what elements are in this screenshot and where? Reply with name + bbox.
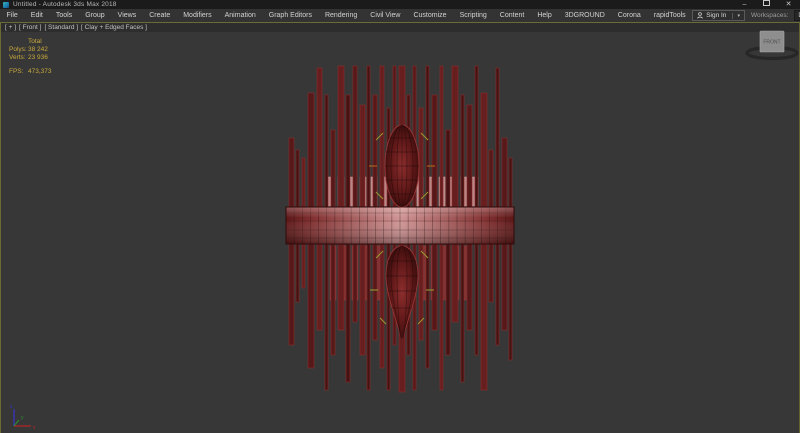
viewcube-front-face[interactable]: FRONT [763, 40, 780, 46]
fps-value: 473,373 [28, 68, 52, 76]
menu-item-3dground[interactable]: 3DGROUND [558, 12, 611, 19]
menu-item-help[interactable]: Help [531, 12, 558, 19]
window-controls: – ✕ [740, 0, 800, 9]
menu-item-customize[interactable]: Customize [407, 12, 453, 19]
scene-center-band[interactable] [286, 207, 514, 244]
menu-item-views[interactable]: Views [111, 12, 143, 19]
title-bar: Untitled - Autodesk 3ds Max 2018 – ✕ [0, 0, 800, 9]
workspaces-label: Workspaces: [751, 12, 788, 19]
3dsmax-app-icon[interactable] [3, 2, 9, 8]
menu-item-file[interactable]: File [0, 12, 24, 19]
menu-items: FileEditToolsGroupViewsCreateModifiersAn… [0, 9, 692, 22]
world-axis-gizmo: x y z [10, 404, 36, 431]
menu-item-rapidtools[interactable]: rapidTools [647, 12, 692, 19]
axis-z-label: z [10, 404, 13, 410]
stats-rows: Polys:38 242Verts:23 936 [9, 46, 52, 62]
scene-finial-top[interactable] [385, 125, 419, 207]
scene-svg[interactable]: FRONT x y z [0, 22, 800, 433]
menubar-right-cluster: Sign In ▾ Workspaces: Default ▾ [692, 10, 800, 21]
viewport-label-segment-1[interactable]: [ Front ] [19, 24, 41, 31]
axis-y-label: y [21, 415, 24, 421]
3dsmax-window: { "window": { "title": "Untitled - Autod… [0, 0, 800, 433]
sign-in-caret-icon: ▾ [732, 13, 740, 19]
stats-header: Total [28, 38, 52, 46]
stats-fps-row: FPS: 473,373 [9, 68, 52, 76]
menu-item-scripting[interactable]: Scripting [453, 12, 493, 19]
user-icon [697, 12, 703, 19]
fps-label: FPS: [9, 68, 28, 76]
axis-y-line [14, 420, 19, 426]
menu-item-tools[interactable]: Tools [49, 12, 78, 19]
stat-row: Polys:38 242 [9, 46, 52, 54]
menu-item-corona[interactable]: Corona [611, 12, 647, 19]
menu-item-graph-editors[interactable]: Graph Editors [262, 12, 318, 19]
maximize-icon [763, 0, 770, 6]
menu-bar: FileEditToolsGroupViewsCreateModifiersAn… [0, 9, 800, 22]
window-title: Untitled - Autodesk 3ds Max 2018 [13, 0, 117, 9]
viewport-front[interactable]: FRONT x y z [ + ][ Front ][ Standard ][ Cla… [0, 22, 800, 433]
sign-in-label: Sign In [706, 12, 726, 19]
viewport-label: [ + ][ Front ][ Standard ][ Clay + Edged… [5, 24, 147, 31]
viewport-label-segment-3[interactable]: [ Clay + Edged Faces ] [81, 24, 147, 31]
axis-x-label: x [33, 425, 36, 431]
workspaces-dropdown[interactable]: Default ▾ [794, 10, 800, 21]
sign-in-button[interactable]: Sign In ▾ [692, 10, 745, 21]
close-button[interactable]: ✕ [784, 0, 793, 9]
viewport-label-segment-2[interactable]: [ Standard ] [44, 24, 78, 31]
menu-item-civil-view[interactable]: Civil View [364, 12, 407, 19]
viewport-statistics: Total Polys:38 242Verts:23 936 FPS: 473,… [9, 38, 52, 76]
menu-item-create[interactable]: Create [143, 12, 177, 19]
menu-item-group[interactable]: Group [79, 12, 111, 19]
minimize-button[interactable]: – [740, 0, 749, 9]
menu-item-animation[interactable]: Animation [218, 12, 262, 19]
maximize-button[interactable] [762, 0, 771, 9]
menu-item-edit[interactable]: Edit [24, 12, 49, 19]
viewport-label-segment-0[interactable]: [ + ] [5, 24, 16, 31]
viewcube[interactable]: FRONT [747, 31, 797, 59]
menu-item-content[interactable]: Content [493, 12, 531, 19]
menu-item-modifiers[interactable]: Modifiers [177, 12, 218, 19]
menu-item-rendering[interactable]: Rendering [318, 12, 363, 19]
stat-row: Verts:23 936 [9, 54, 52, 62]
